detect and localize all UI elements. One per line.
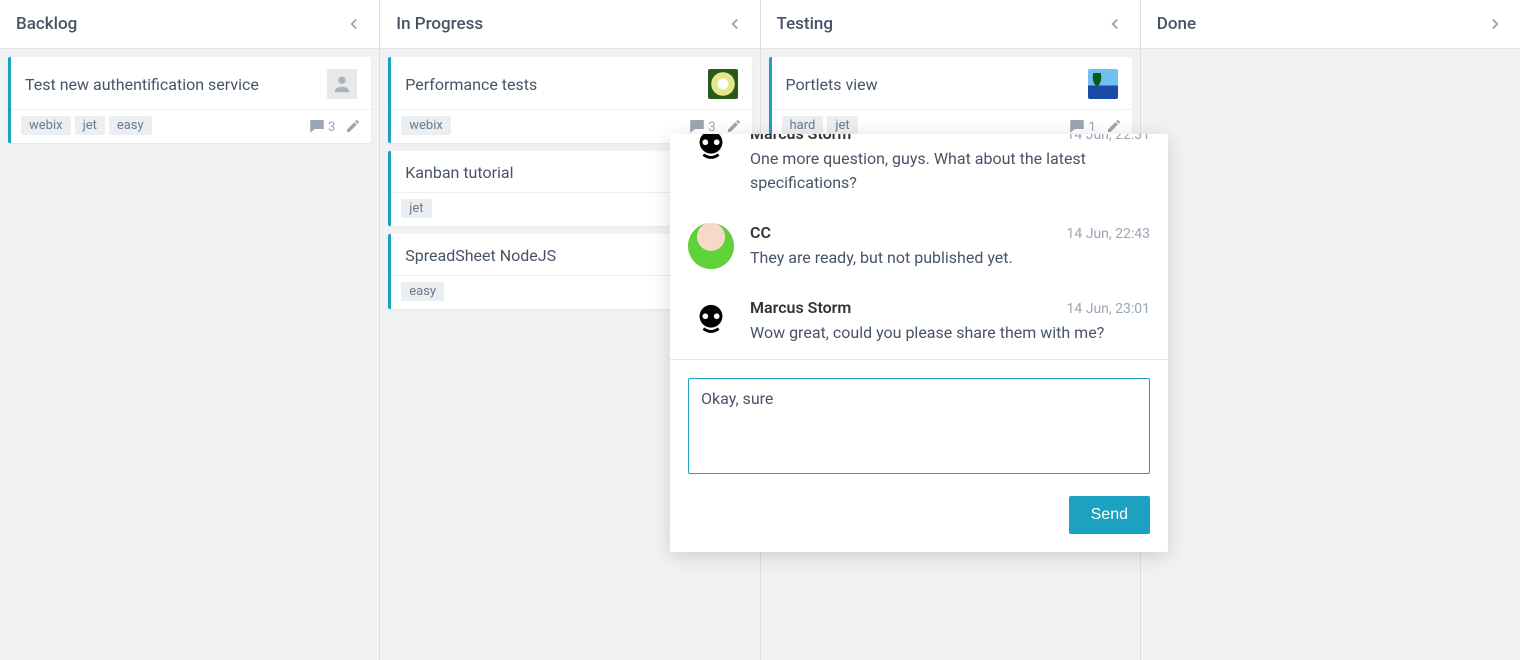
message-author: CC xyxy=(750,223,771,242)
message-time: 14 Jun, 22:31 xyxy=(1067,134,1150,143)
comments-button[interactable]: 3 xyxy=(688,117,715,135)
send-button[interactable]: Send xyxy=(1069,496,1150,534)
message: CC 14 Jun, 22:43 They are ready, but not… xyxy=(688,209,1150,284)
face-icon xyxy=(692,302,730,340)
message-avatar xyxy=(688,223,734,269)
comments-button[interactable]: 3 xyxy=(308,117,335,135)
message-author: Marcus Storm xyxy=(750,134,851,143)
message-author: Marcus Storm xyxy=(750,298,851,317)
message: Marcus Storm 14 Jun, 23:01 Wow great, co… xyxy=(688,284,1150,359)
tags: jet xyxy=(401,199,431,218)
collapse-icon[interactable] xyxy=(345,15,363,33)
comment-icon xyxy=(1068,117,1086,135)
column-body xyxy=(1141,49,1520,660)
comment-count: 3 xyxy=(328,120,335,135)
collapse-icon[interactable] xyxy=(726,15,744,33)
avatar[interactable] xyxy=(327,69,357,99)
column-header: Backlog xyxy=(0,0,379,49)
tag[interactable]: jet xyxy=(401,199,431,218)
tag[interactable]: easy xyxy=(401,282,444,301)
tag[interactable]: easy xyxy=(109,116,152,135)
column-title: Backlog xyxy=(16,14,77,34)
avatar[interactable] xyxy=(708,69,738,99)
tags: webix jet easy xyxy=(21,116,152,135)
comments-popup: Marcus Storm 14 Jun, 22:31 One more ques… xyxy=(670,134,1168,552)
card[interactable]: Performance tests webix 3 xyxy=(388,57,751,143)
face-icon xyxy=(692,134,730,166)
column-header: Done xyxy=(1141,0,1520,49)
message-avatar xyxy=(688,134,734,170)
avatar[interactable] xyxy=(1088,69,1118,99)
card-title: Test new authentification service xyxy=(25,75,259,94)
card-title: Performance tests xyxy=(405,75,537,94)
comment-icon xyxy=(308,117,326,135)
collapse-icon[interactable] xyxy=(1486,15,1504,33)
message: Marcus Storm 14 Jun, 22:31 One more ques… xyxy=(688,134,1150,209)
column-title: Done xyxy=(1157,14,1196,34)
column-done: Done xyxy=(1141,0,1520,660)
comments-button[interactable]: 1 xyxy=(1068,117,1095,135)
card[interactable]: Test new authentification service webix … xyxy=(8,57,371,143)
edit-icon[interactable] xyxy=(1106,118,1122,134)
comment-count: 1 xyxy=(1088,120,1095,135)
message-time: 14 Jun, 22:43 xyxy=(1067,226,1150,242)
edit-icon[interactable] xyxy=(345,118,361,134)
column-header: Testing xyxy=(761,0,1140,49)
tags: webix xyxy=(401,116,451,135)
tag[interactable]: webix xyxy=(401,116,451,135)
card-title: SpreadSheet NodeJS xyxy=(405,246,556,265)
tag[interactable]: hard xyxy=(782,116,824,135)
message-text: One more question, guys. What about the … xyxy=(750,147,1150,195)
column-title: Testing xyxy=(777,14,834,34)
comment-icon xyxy=(688,117,706,135)
card-title: Kanban tutorial xyxy=(405,163,513,182)
message-time: 14 Jun, 23:01 xyxy=(1067,301,1150,317)
card-title: Portlets view xyxy=(786,75,878,94)
tag[interactable]: jet xyxy=(827,116,857,135)
message-text: Wow great, could you please share them w… xyxy=(750,321,1150,345)
message-avatar xyxy=(688,298,734,344)
edit-icon[interactable] xyxy=(726,118,742,134)
tags: easy xyxy=(401,282,444,301)
collapse-icon[interactable] xyxy=(1106,15,1124,33)
column-backlog: Backlog Test new authentification servic… xyxy=(0,0,380,660)
person-icon xyxy=(331,73,353,95)
column-header: In Progress xyxy=(380,0,759,49)
tag[interactable]: webix xyxy=(21,116,71,135)
column-title: In Progress xyxy=(396,14,483,34)
column-body: Test new authentification service webix … xyxy=(0,49,379,660)
message-text: They are ready, but not published yet. xyxy=(750,246,1150,270)
tag[interactable]: jet xyxy=(75,116,105,135)
comment-count: 3 xyxy=(708,120,715,135)
card[interactable]: Portlets view hard jet 1 xyxy=(769,57,1132,143)
comment-input[interactable] xyxy=(688,378,1150,474)
tags: hard jet xyxy=(782,116,858,135)
messages-list[interactable]: Marcus Storm 14 Jun, 22:31 One more ques… xyxy=(670,134,1168,359)
